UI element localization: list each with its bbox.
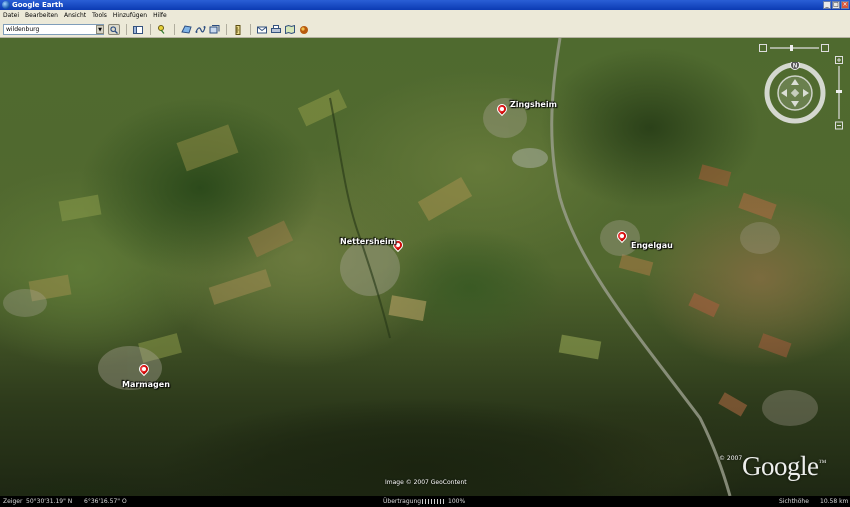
pointer-longitude: 6°36'16.57" O xyxy=(84,498,127,505)
toolbar-separator xyxy=(226,24,227,35)
search-history-dropdown[interactable]: ▼ xyxy=(96,25,104,34)
add-polygon-button[interactable] xyxy=(180,24,192,35)
menu-tools[interactable]: Tools xyxy=(92,12,107,19)
magnifier-icon xyxy=(110,25,118,34)
map-icon xyxy=(285,25,295,34)
placemark-pushpin-icon xyxy=(158,25,165,34)
window-title: Google Earth xyxy=(12,1,64,9)
menu-bar: Datei Bearbeiten Ansicht Tools Hinzufüge… xyxy=(0,10,850,21)
google-earth-app-icon xyxy=(2,1,10,9)
planet-icon xyxy=(300,25,308,34)
menu-help[interactable]: Hilfe xyxy=(153,12,167,19)
placemark-label-marmagen[interactable]: Marmagen xyxy=(122,380,170,389)
pointer-label: Zeiger xyxy=(3,498,23,505)
printer-icon xyxy=(271,25,281,33)
sidebar-icon xyxy=(133,25,143,34)
toolbar-separator xyxy=(250,24,251,35)
tilt-slider[interactable] xyxy=(759,44,829,52)
google-copyright: © 2007 xyxy=(719,455,743,462)
sidebar-toggle-button[interactable] xyxy=(132,24,144,35)
fly-to-search-input[interactable]: wildenburg xyxy=(3,24,104,35)
menu-edit[interactable]: Bearbeiten xyxy=(25,12,58,19)
toolbar-separator xyxy=(126,24,127,35)
add-placemark-button[interactable] xyxy=(156,24,168,35)
status-bar: Zeiger 50°30'31.19" N 6°36'16.57" O Über… xyxy=(0,496,850,507)
email-button[interactable] xyxy=(256,24,268,35)
streaming-label: Übertragung xyxy=(383,498,422,505)
envelope-icon xyxy=(257,26,267,33)
placemark-pin-marmagen[interactable] xyxy=(136,361,152,378)
add-path-button[interactable] xyxy=(194,24,206,35)
placemark-pin-engelgau[interactable] xyxy=(614,228,630,245)
imagery-credit: Image © 2007 GeoContent xyxy=(385,479,467,486)
google-logo-text: Google xyxy=(742,451,819,481)
polygon-icon xyxy=(180,25,192,34)
streaming-progress-bar xyxy=(422,499,444,504)
zoom-slider[interactable] xyxy=(835,56,843,130)
placemark-label-engelgau[interactable]: Engelgau xyxy=(631,241,673,250)
title-bar: Google Earth _ □ × xyxy=(0,0,850,10)
print-button[interactable] xyxy=(270,24,282,35)
placemark-label-zingsheim[interactable]: Zingsheim xyxy=(510,100,557,109)
close-button[interactable]: × xyxy=(841,1,849,9)
search-button[interactable] xyxy=(108,24,120,35)
ruler-button[interactable] xyxy=(232,24,244,35)
placemark-pin-zingsheim[interactable] xyxy=(494,101,510,118)
trademark-mark: ™ xyxy=(818,458,826,467)
eye-altitude-value: 10.58 km xyxy=(820,498,849,505)
eye-altitude-label: Sichthöhe xyxy=(779,498,809,505)
maximize-button[interactable]: □ xyxy=(832,1,840,9)
streaming-percent: 100% xyxy=(448,498,466,505)
toolbar-separator xyxy=(150,24,151,35)
svg-text:N: N xyxy=(793,63,797,69)
placemark-label-nettersheim[interactable]: Nettersheim xyxy=(340,237,396,246)
image-overlay-button[interactable] xyxy=(208,24,220,35)
minimize-button[interactable]: _ xyxy=(823,1,831,9)
image-overlay-icon xyxy=(209,25,219,34)
sky-switch-button[interactable] xyxy=(298,24,310,35)
toolbar: wildenburg ▼ xyxy=(0,21,850,38)
pointer-latitude: 50°30'31.19" N xyxy=(26,498,73,505)
google-logo-watermark: Google™ xyxy=(742,451,826,482)
earth-3d-view[interactable]: Zingsheim Nettersheim Engelgau Marmagen … xyxy=(0,38,850,496)
toolbar-separator xyxy=(174,24,175,35)
menu-file[interactable]: Datei xyxy=(3,12,19,19)
terrain-overlay xyxy=(3,38,818,496)
menu-add[interactable]: Hinzufügen xyxy=(113,12,147,19)
navigation-compass-ring[interactable]: N xyxy=(762,62,828,124)
menu-view[interactable]: Ansicht xyxy=(64,12,86,19)
path-icon xyxy=(194,26,206,33)
ruler-icon xyxy=(235,24,241,35)
view-in-maps-button[interactable] xyxy=(284,24,296,35)
window-controls: _ □ × xyxy=(823,1,849,9)
